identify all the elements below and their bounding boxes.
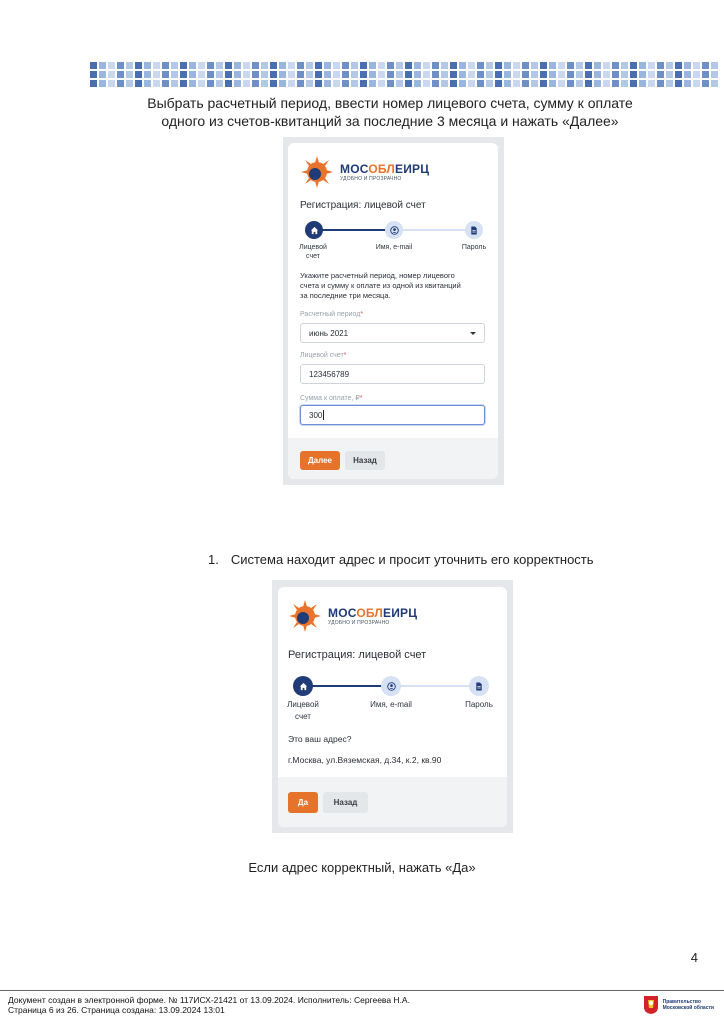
screenshot-account-step: МОСОБЛЕИРЦ УДОБНО И ПРОЗРАЧНО Регистраци… — [283, 137, 504, 485]
footer-line-1: Документ создан в электронной форме. № 1… — [8, 995, 410, 1005]
screenshot-address-step: МОСОБЛЕИРЦ УДОБНО И ПРОЗРАЧНО Регистраци… — [272, 580, 513, 833]
intro-line-1: Выбрать расчетный период, ввести номер л… — [147, 95, 633, 111]
brand-name: МОСОБЛЕИРЦ — [340, 162, 430, 176]
coat-of-arms-icon — [643, 996, 658, 1014]
page-number: 4 — [690, 950, 698, 965]
step-1-label: Лицевой счет — [299, 244, 327, 260]
back-button[interactable]: Назад — [323, 792, 368, 813]
period-label: Расчетный период* — [300, 311, 364, 318]
stepper-progress-line — [304, 685, 390, 687]
amount-input[interactable]: 300 — [300, 405, 485, 425]
sun-logo-icon — [300, 155, 334, 189]
stepper-pending-line — [394, 229, 474, 231]
instruction-text: Укажите расчетный период, номер лицевого… — [300, 271, 461, 300]
brand-logo: МОСОБЛЕИРЦ УДОБНО И ПРОЗРАЧНО — [288, 599, 417, 633]
brand-logo: МОСОБЛЕИРЦ УДОБНО И ПРОЗРАЧНО — [300, 155, 429, 189]
yes-button[interactable]: Да — [288, 792, 318, 813]
brand-tagline: УДОБНО И ПРОЗРАЧНО — [340, 176, 402, 182]
sun-logo-icon — [288, 599, 322, 633]
registration-card: МОСОБЛЕИРЦ УДОБНО И ПРОЗРАЧНО Регистраци… — [278, 587, 507, 827]
brand-tagline: УДОБНО И ПРОЗРАЧНО — [328, 620, 390, 626]
step-3-label: Пароль — [465, 700, 493, 709]
text-cursor — [323, 410, 325, 420]
document-footer: Документ создан в электронной форме. № 1… — [0, 990, 724, 1025]
chevron-down-icon — [470, 332, 476, 335]
account-input[interactable]: 123456789 — [300, 364, 485, 384]
gov-name-line-2: Московской области — [662, 1005, 714, 1011]
caption: Если адрес корректный, нажать «Да» — [248, 860, 476, 875]
stepper-progress-line — [314, 229, 394, 231]
address-question: Это ваш адрес? — [288, 734, 352, 744]
step-3-label: Пароль — [461, 244, 487, 251]
amount-label: Сумма к оплате, ₽* — [300, 395, 363, 402]
step-3-document-icon — [469, 676, 489, 696]
brand-name: МОСОБЛЕИРЦ — [328, 606, 418, 620]
step-1-home-icon — [305, 221, 323, 239]
step-2-user-icon — [381, 676, 401, 696]
registration-card: МОСОБЛЕИРЦ УДОБНО И ПРОЗРАЧНО Регистраци… — [288, 143, 498, 479]
page-title: Регистрация: лицевой счет — [300, 200, 426, 211]
address-value: г.Москва, ул.Вяземская, д.34, к.2, кв.90 — [288, 755, 442, 765]
account-label: Лицевой счет* — [300, 352, 347, 359]
list-item-1: 1. Система находит адрес и просит уточнит… — [208, 552, 594, 567]
back-button[interactable]: Назад — [345, 451, 385, 470]
decorative-mosaic-band — [88, 62, 718, 88]
step-2-user-icon — [385, 221, 403, 239]
step-3-document-icon — [465, 221, 483, 239]
intro-line-2: одного из счетов-квитанций за последние … — [161, 113, 619, 129]
period-select[interactable]: июнь 2021 — [300, 323, 485, 343]
next-button[interactable]: Далее — [300, 451, 340, 470]
step-2-label: Имя, e-mail — [370, 700, 412, 709]
step-1-home-icon — [293, 676, 313, 696]
government-logo: Правительство Московской области — [643, 995, 714, 1015]
stepper-pending-line — [390, 685, 478, 687]
step-1-label: Лицевой счет — [287, 700, 319, 721]
page-title: Регистрация: лицевой счет — [288, 649, 427, 661]
footer-line-2: Страница 6 из 26. Страница создана: 13.0… — [8, 1005, 225, 1015]
step-2-label: Имя, e-mail — [375, 244, 413, 251]
